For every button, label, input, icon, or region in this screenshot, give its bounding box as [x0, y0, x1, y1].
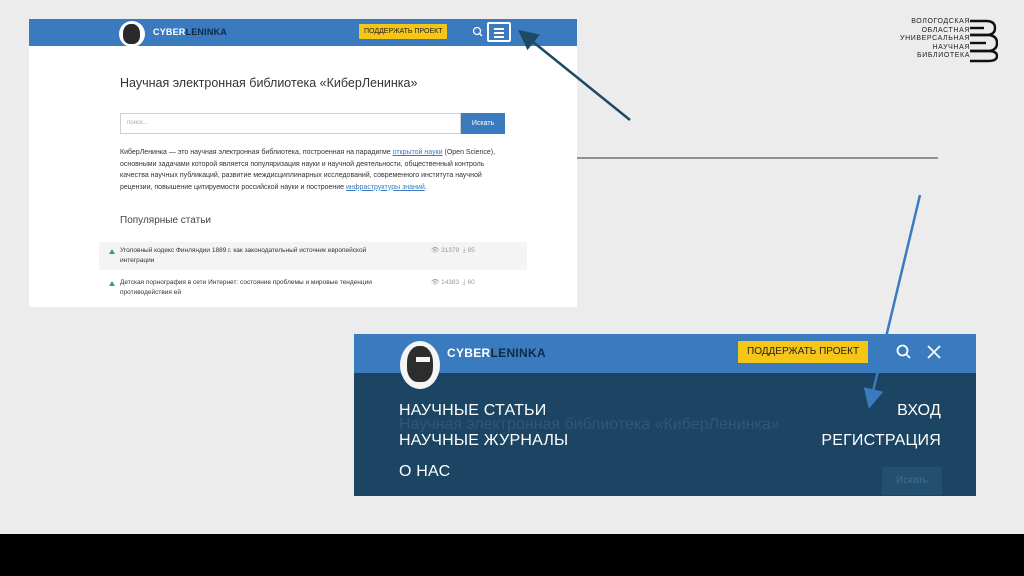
arrow-to-menu-icon	[518, 29, 631, 121]
arrow-to-login	[863, 194, 922, 409]
bottom-black-bar	[0, 534, 1024, 576]
annotation-overlay	[518, 29, 938, 409]
